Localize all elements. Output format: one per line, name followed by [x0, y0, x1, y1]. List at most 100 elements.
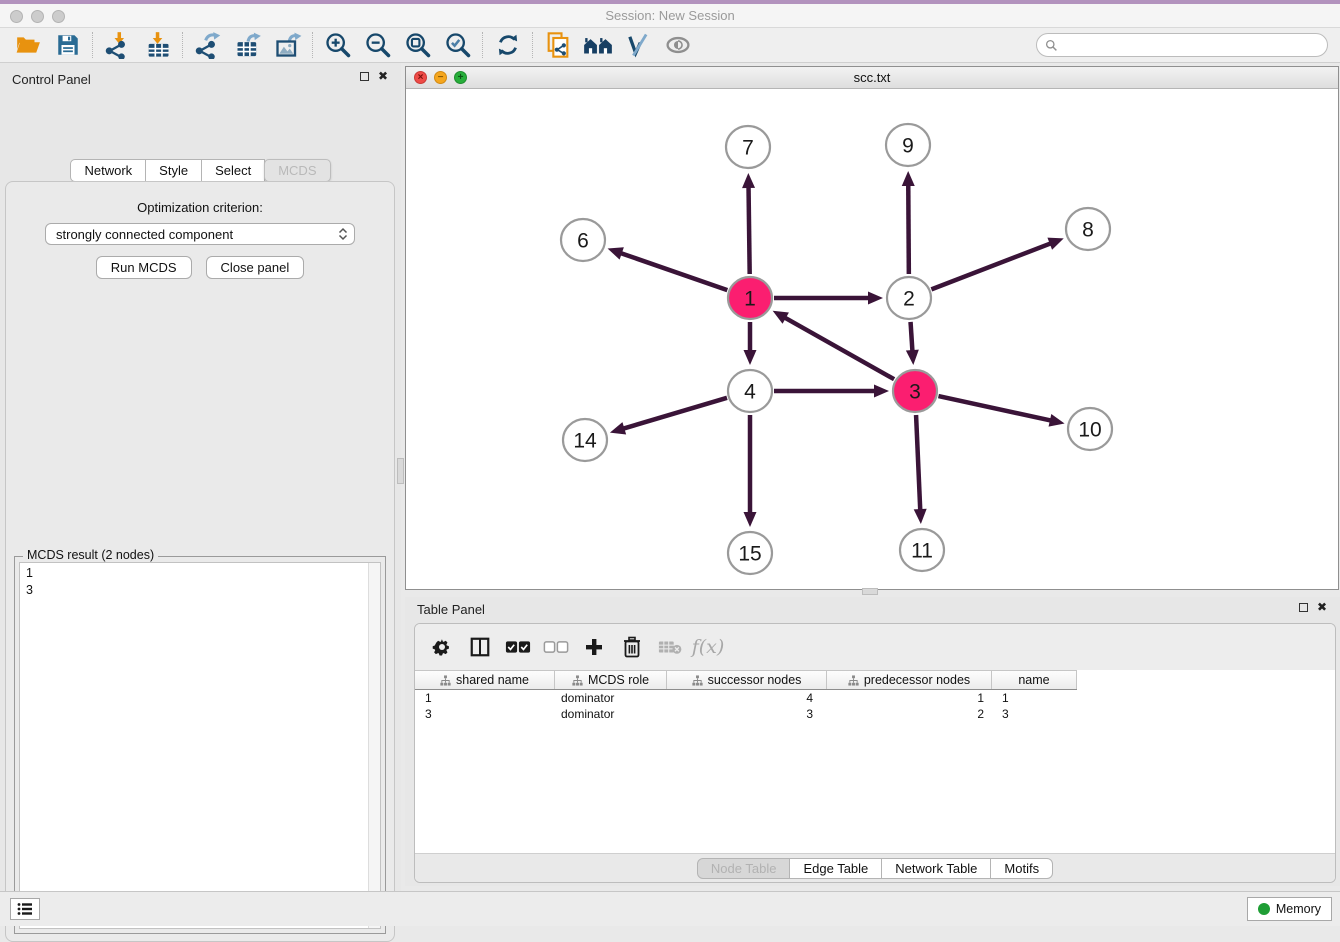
- tab-mcds[interactable]: MCDS: [264, 159, 330, 182]
- deselect-all-button[interactable]: [539, 631, 573, 663]
- export-network-button[interactable]: [188, 30, 228, 60]
- refresh-icon: [495, 32, 521, 58]
- refresh-button[interactable]: [488, 30, 528, 60]
- zoom-out-button[interactable]: [358, 30, 398, 60]
- tab-node-table[interactable]: Node Table: [697, 858, 791, 879]
- trash-icon: [622, 636, 642, 658]
- search-input[interactable]: [1063, 37, 1327, 53]
- zoom-fit-button[interactable]: [398, 30, 438, 60]
- criterion-select[interactable]: strongly connected component: [45, 223, 355, 245]
- column-label: predecessor nodes: [864, 673, 970, 687]
- control-panel: Control Panel ✖ Network Style Select MCD…: [0, 63, 401, 891]
- task-history-button[interactable]: [10, 898, 40, 920]
- table-toolbar: f(x): [415, 624, 1335, 670]
- import-network-icon: [104, 31, 132, 59]
- close-panel-button[interactable]: Close panel: [206, 256, 305, 279]
- graph-edge-arrowhead: [610, 422, 626, 434]
- open-session-button[interactable]: [8, 30, 48, 60]
- tab-select[interactable]: Select: [201, 159, 265, 182]
- vertical-splitter-handle[interactable]: [397, 458, 404, 484]
- cell-shared-name[interactable]: 1: [415, 691, 555, 705]
- checked-boxes-icon: [505, 640, 531, 654]
- zoom-selected-button[interactable]: [438, 30, 478, 60]
- graph-node-label: 2: [903, 288, 915, 311]
- graph-edge[interactable]: [938, 396, 1052, 421]
- graph-edge[interactable]: [783, 317, 894, 380]
- apply-layout-button[interactable]: [578, 30, 618, 60]
- search-field[interactable]: [1036, 33, 1328, 57]
- tab-style[interactable]: Style: [145, 159, 202, 182]
- column-header-name[interactable]: name: [992, 670, 1077, 689]
- tab-motifs[interactable]: Motifs: [990, 858, 1053, 879]
- cell-successor-nodes[interactable]: 4: [667, 691, 827, 705]
- graph-edge[interactable]: [931, 243, 1052, 290]
- column-header-predecessor-nodes[interactable]: predecessor nodes: [827, 670, 992, 689]
- zoom-out-icon: [364, 31, 392, 59]
- node-table: shared name MCDS role successor nodes pr…: [415, 670, 1335, 853]
- memory-button[interactable]: Memory: [1247, 897, 1332, 921]
- cell-name[interactable]: 3: [992, 707, 1077, 721]
- close-table-panel-icon[interactable]: ✖: [1317, 600, 1327, 614]
- add-column-button[interactable]: [577, 631, 611, 663]
- memory-status-icon: [1258, 903, 1270, 915]
- result-scrollbar[interactable]: [368, 563, 380, 928]
- function-builder-button[interactable]: f(x): [691, 631, 725, 663]
- delete-column-button[interactable]: [615, 631, 649, 663]
- graph-edge-arrowhead: [906, 350, 919, 365]
- graph-edge[interactable]: [621, 398, 727, 429]
- cell-mcds-role[interactable]: dominator: [555, 707, 667, 721]
- graph-node-label: 3: [909, 381, 921, 404]
- graph-edge-arrowhead: [742, 173, 755, 188]
- import-table-button[interactable]: [138, 30, 178, 60]
- graph-edge[interactable]: [619, 252, 727, 290]
- table-row[interactable]: 1 dominator 4 1 1: [415, 690, 1077, 706]
- mcds-result-area[interactable]: 1 3: [19, 562, 381, 929]
- column-header-shared-name[interactable]: shared name: [415, 670, 555, 689]
- float-panel-icon[interactable]: [360, 72, 369, 81]
- network-graph[interactable]: 7968124314101511: [406, 89, 1338, 589]
- save-session-button[interactable]: [48, 30, 88, 60]
- plus-icon: [584, 637, 604, 657]
- column-header-mcds-role[interactable]: MCDS role: [555, 670, 667, 689]
- control-panel-tabs: Network Style Select MCDS: [0, 159, 401, 182]
- delete-table-button[interactable]: [653, 631, 687, 663]
- mcds-result-title: MCDS result (2 nodes): [23, 548, 158, 562]
- graph-node-label: 15: [738, 543, 761, 566]
- show-hide-panel-button[interactable]: [658, 30, 698, 60]
- graph-edge[interactable]: [749, 185, 750, 274]
- cell-predecessor-nodes[interactable]: 2: [827, 707, 992, 721]
- export-image-button[interactable]: [268, 30, 308, 60]
- run-mcds-button[interactable]: Run MCDS: [96, 256, 192, 279]
- cell-name[interactable]: 1: [992, 691, 1077, 705]
- table-row[interactable]: 3 dominator 3 2 3: [415, 706, 1077, 722]
- zoom-in-button[interactable]: [318, 30, 358, 60]
- import-table-icon: [144, 31, 172, 59]
- float-table-panel-icon[interactable]: [1299, 603, 1308, 612]
- graph-edge[interactable]: [908, 183, 909, 274]
- cell-successor-nodes[interactable]: 3: [667, 707, 827, 721]
- network-window: × − + scc.txt 7968124314101511: [405, 66, 1339, 590]
- graph-edge[interactable]: [916, 415, 920, 512]
- tab-edge-table[interactable]: Edge Table: [789, 858, 882, 879]
- graph-edge[interactable]: [911, 322, 913, 353]
- import-network-button[interactable]: [98, 30, 138, 60]
- toggle-graphics-details-button[interactable]: [618, 30, 658, 60]
- select-all-button[interactable]: [501, 631, 535, 663]
- horizontal-splitter-handle[interactable]: [862, 588, 878, 595]
- close-panel-icon[interactable]: ✖: [378, 69, 388, 83]
- graph-node-label: 14: [573, 430, 597, 453]
- clone-network-button[interactable]: [538, 30, 578, 60]
- table-settings-button[interactable]: [425, 631, 459, 663]
- toolbar-separator: [182, 32, 184, 58]
- cell-mcds-role[interactable]: dominator: [555, 691, 667, 705]
- split-columns-button[interactable]: [463, 631, 497, 663]
- criterion-select-value: strongly connected component: [56, 227, 338, 242]
- tab-network-table[interactable]: Network Table: [881, 858, 991, 879]
- cell-shared-name[interactable]: 3: [415, 707, 555, 721]
- column-header-successor-nodes[interactable]: successor nodes: [667, 670, 827, 689]
- export-table-button[interactable]: [228, 30, 268, 60]
- graph-edge-arrowhead: [874, 385, 889, 398]
- cell-predecessor-nodes[interactable]: 1: [827, 691, 992, 705]
- network-window-titlebar[interactable]: × − + scc.txt: [406, 67, 1338, 89]
- tab-network[interactable]: Network: [70, 159, 146, 182]
